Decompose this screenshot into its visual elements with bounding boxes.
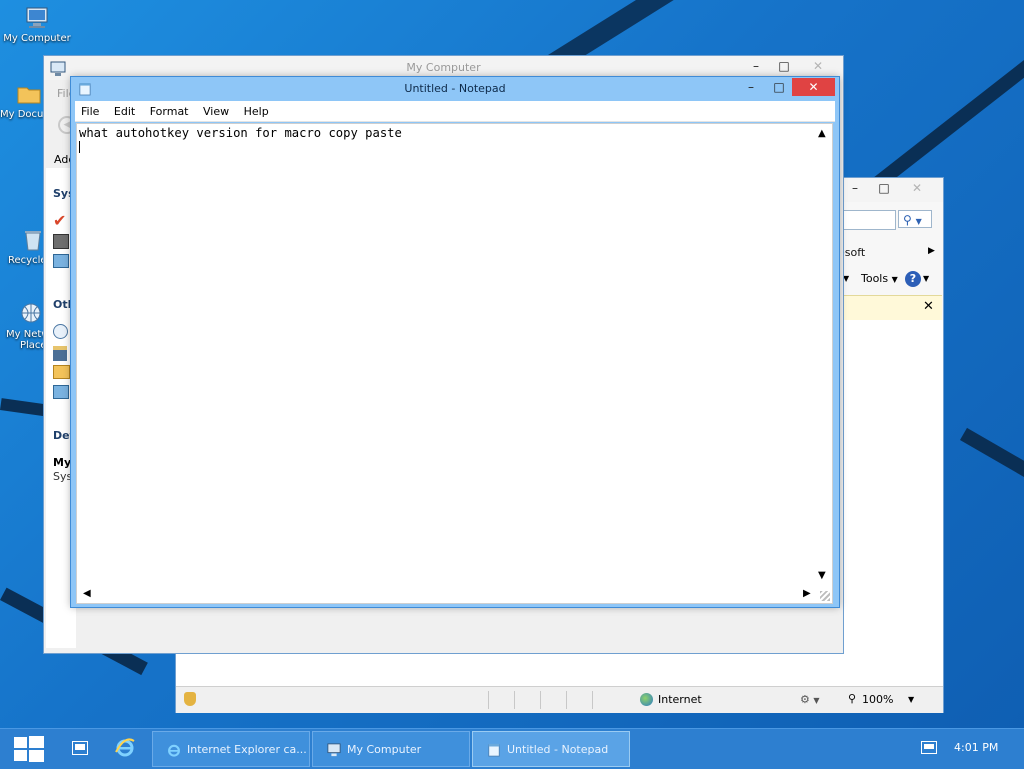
taskbar-button-notepad[interactable]: Untitled - Notepad — [472, 731, 630, 767]
tools-label: Tools — [861, 272, 889, 285]
resize-grip[interactable] — [820, 591, 830, 601]
ie-search-input[interactable] — [836, 210, 896, 230]
notepad-window[interactable]: Untitled - Notepad – □ ✕ File Edit Forma… — [71, 77, 839, 607]
ie-tools-menu[interactable]: Tools ▼ — [861, 272, 898, 285]
network-icon — [21, 303, 41, 323]
scroll-up-icon[interactable]: ▲ — [818, 128, 826, 139]
control-panel-icon — [53, 385, 69, 399]
close-icon[interactable]: ✕ — [923, 299, 934, 314]
taskbar-button-label: Internet Explorer ca... — [187, 743, 307, 756]
start-button[interactable] — [14, 736, 44, 762]
ie-status-bar: Internet ⚙ ▼ ⚲ 100% ▼ — [176, 686, 943, 713]
help-icon[interactable]: ? — [905, 271, 921, 287]
minimize-button[interactable]: – — [736, 77, 766, 97]
chevron-right-icon[interactable]: ▶ — [928, 246, 935, 256]
clock[interactable]: 4:01 PM — [954, 741, 998, 754]
ie-search-button[interactable]: ⚲ ▼ — [898, 210, 932, 228]
taskbar-button-ie[interactable]: Internet Explorer ca... — [152, 731, 310, 767]
menu-edit[interactable]: Edit — [114, 105, 135, 118]
status-divider — [514, 691, 515, 709]
control-panel-icon — [53, 254, 69, 268]
dropdown-arrow-icon: ▼ — [915, 217, 922, 226]
desktop-icon-label: My Computer — [3, 33, 71, 44]
editor-content: what autohotkey version for macro copy p… — [79, 126, 402, 140]
zoom-level[interactable]: 100% — [862, 693, 893, 706]
drive-icon — [53, 234, 69, 249]
maximize-button[interactable]: □ — [869, 178, 899, 198]
minimize-button[interactable]: – — [741, 56, 771, 76]
taskbar: Internet Explorer ca... My Computer Unti… — [0, 728, 1024, 769]
menu-file[interactable]: File — [81, 105, 99, 118]
dropdown-arrow-icon: ▼ — [891, 275, 898, 284]
maximize-button[interactable]: □ — [769, 56, 799, 76]
search-icon: ⚲ — [903, 213, 912, 227]
desktop-icon-label: Place — [20, 340, 47, 351]
status-zone: Internet — [658, 693, 702, 706]
status-divider — [540, 691, 541, 709]
ie-icon — [168, 744, 180, 757]
menu-bar: File Edit Format View Help — [75, 101, 835, 122]
dropdown-arrow-icon[interactable]: ▼ — [908, 695, 914, 704]
scroll-down-icon[interactable]: ▼ — [818, 570, 826, 581]
text-editor[interactable]: what autohotkey version for macro copy p… — [76, 123, 833, 604]
status-divider — [592, 691, 593, 709]
recycle-bin-icon — [25, 231, 41, 251]
notepad-icon — [488, 743, 500, 757]
dropdown-arrow-icon[interactable]: ▼ — [923, 274, 929, 283]
window-title: Untitled - Notepad — [404, 82, 506, 95]
vertical-scrollbar[interactable]: ▲ ▼ — [815, 124, 832, 587]
folder-icon — [17, 87, 41, 104]
check-icon: ✔ — [53, 211, 67, 230]
network-tray-icon[interactable] — [921, 741, 937, 754]
network-icon — [53, 324, 68, 339]
status-divider — [488, 691, 489, 709]
printer-icon — [53, 346, 67, 361]
folder-icon — [53, 365, 70, 379]
menu-help[interactable]: Help — [244, 105, 269, 118]
desktop-icon — [75, 744, 85, 750]
windows-logo-icon — [14, 736, 44, 762]
ie-page-dropdown-arrow[interactable]: ▼ — [843, 274, 849, 283]
desktop-icon-my-computer[interactable]: My Computer — [0, 6, 76, 44]
monitor-screen — [924, 744, 934, 749]
shield-icon — [184, 692, 196, 706]
ie-icon — [115, 738, 135, 757]
details-title: My — [53, 456, 72, 469]
minimize-button[interactable]: – — [840, 178, 870, 198]
notepad-titlebar[interactable]: Untitled - Notepad – □ ✕ — [71, 77, 839, 101]
zoom-icon[interactable]: ⚲ — [848, 692, 856, 705]
window-title: My Computer — [406, 61, 481, 74]
menu-format[interactable]: Format — [150, 105, 189, 118]
ie-quicklaunch-button[interactable] — [115, 737, 135, 759]
taskbar-button-mycomputer[interactable]: My Computer — [312, 731, 470, 767]
status-divider — [566, 691, 567, 709]
globe-icon — [640, 693, 653, 706]
desktop: My Computer My Docu Recycle My Netw Plac… — [0, 0, 1024, 728]
desktop-icon-label: My Netw — [6, 329, 50, 340]
desktop-icon-label: Recycle — [8, 255, 47, 266]
horizontal-scrollbar[interactable]: ◀ ▶ — [77, 586, 815, 603]
details-subtitle: Sys — [53, 470, 73, 483]
taskbar-button-label: Untitled - Notepad — [507, 743, 609, 756]
menu-view[interactable]: View — [203, 105, 229, 118]
taskbar-button-label: My Computer — [347, 743, 422, 756]
scroll-right-icon[interactable]: ▶ — [803, 588, 811, 599]
show-desktop-button[interactable] — [72, 741, 88, 755]
close-button[interactable]: ✕ — [803, 56, 833, 76]
computer-icon — [327, 743, 341, 757]
text-cursor — [79, 141, 80, 153]
computer-icon — [26, 7, 48, 28]
close-button[interactable]: ✕ — [792, 78, 835, 96]
protected-mode-icon[interactable]: ⚙ ▼ — [800, 693, 820, 706]
close-button[interactable]: ✕ — [902, 178, 932, 198]
scroll-left-icon[interactable]: ◀ — [83, 588, 91, 599]
desktop-icon-label: My Docu — [0, 109, 44, 120]
maximize-button[interactable]: □ — [764, 77, 794, 97]
